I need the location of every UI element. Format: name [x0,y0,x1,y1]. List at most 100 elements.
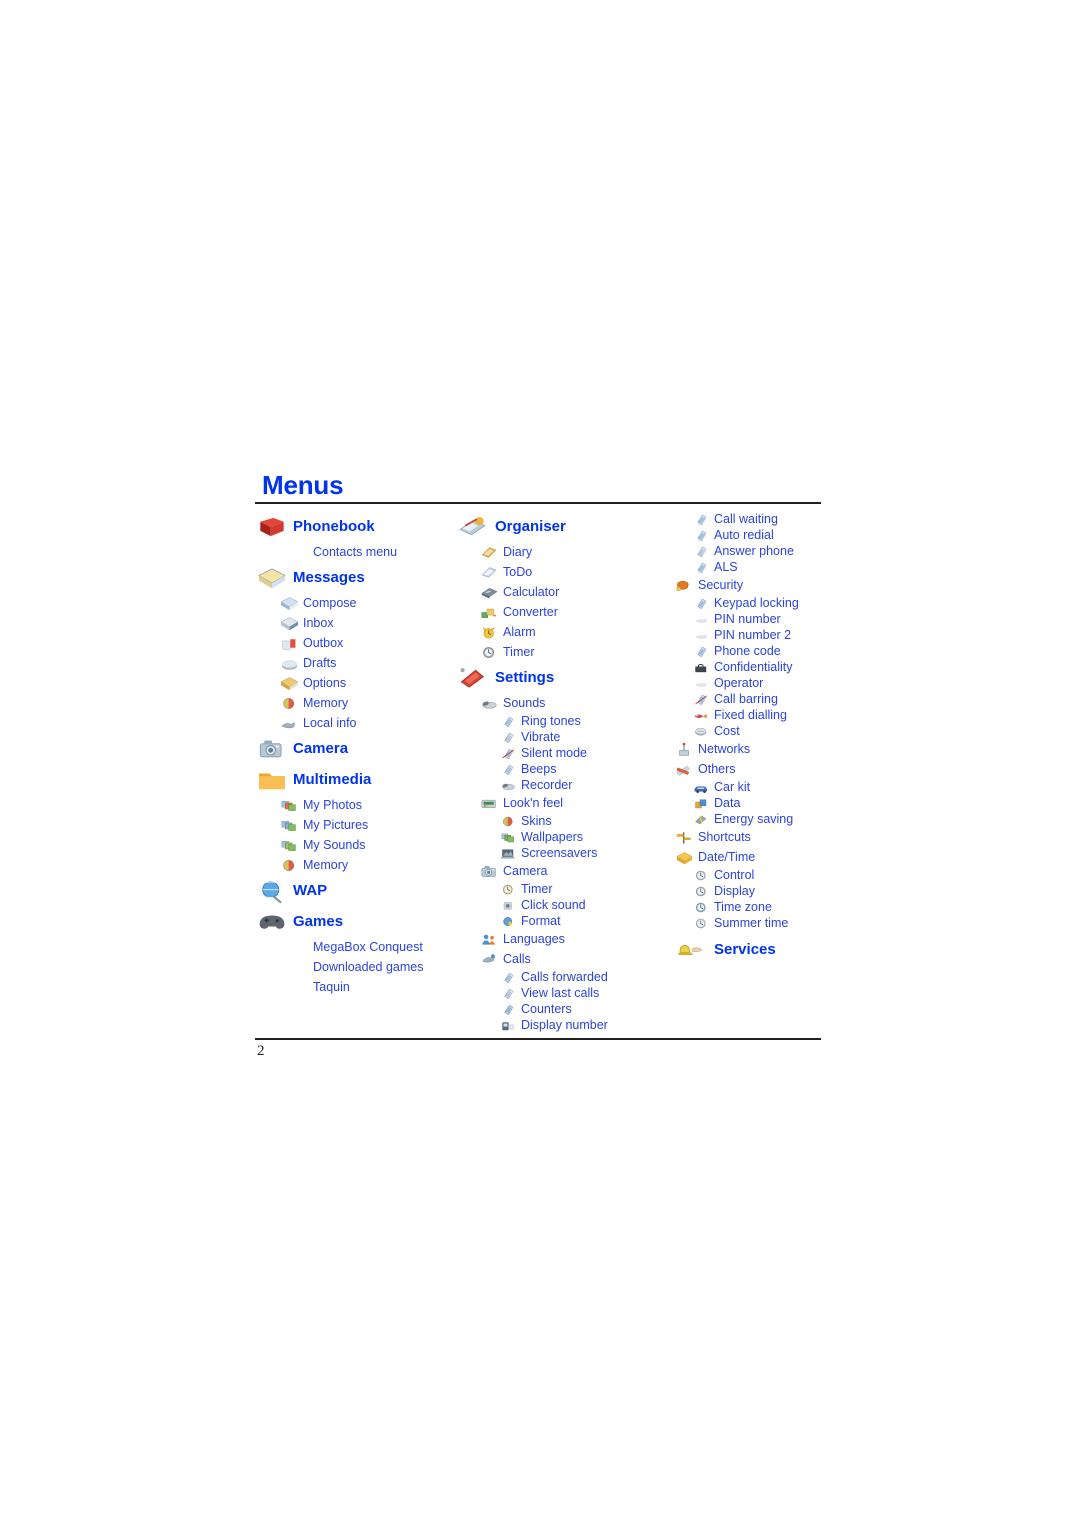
menu-item-wap: WAP [255,876,455,906]
services-icon [670,937,710,963]
pin-number-2-icon [692,628,711,643]
menu-item-format: Format [455,913,670,929]
menu-item-label: Others [698,762,736,776]
menu-item-label: Alarm [503,625,536,639]
menu-item-label: Summer time [714,916,789,930]
options-icon [279,675,300,692]
screensavers-icon [499,846,518,861]
menu-item-energy-saving: Energy saving [670,811,821,827]
wallpapers-icon [499,830,518,845]
beeps-icon [499,762,518,777]
menu-item-vibrate: Vibrate [455,729,670,745]
counters-icon [499,1002,518,1017]
menu-item-services: Services [670,935,821,965]
menu-item-label: Messages [293,569,365,586]
menu-item-label: Memory [303,696,349,710]
menu-item-label: Vibrate [521,730,561,744]
display-icon [692,884,711,899]
menu-item-label: Sounds [503,696,546,710]
menu-item-label: Time zone [714,900,772,914]
networks-icon [674,741,695,758]
menu-item-label: Multimedia [293,771,372,788]
menu-item-auto-redial: Auto redial [670,527,821,543]
menu-item-counters: Counters [455,1001,670,1017]
menu-item-label: ToDo [503,565,533,579]
menu-item-label: Operator [714,676,764,690]
phonebook-icon [255,514,289,540]
cost-icon [692,724,711,739]
data-icon [692,796,711,811]
menu-item-label: Car kit [714,780,751,794]
compose-icon [279,595,300,612]
menu-item-screensavers: Screensavers [455,845,670,861]
menu-item-local-info: Local info [255,713,455,733]
menu-item-label: Settings [495,669,555,686]
menu-item-outbox: Outbox [255,633,455,653]
organiser-icon [455,514,491,540]
menu-item-label: Camera [293,740,349,757]
menu-item-label: View last calls [521,986,600,1000]
menu-item-label: Security [698,578,744,592]
settings-icon [455,665,491,691]
menu-item-label: Shortcuts [698,830,751,844]
menu-item-label: WAP [293,882,328,899]
menu-item-sounds: Sounds [455,693,670,713]
page-title: Menus [262,470,344,500]
sounds-icon [479,695,500,712]
summer-time-icon [692,916,711,931]
click-sound-icon [499,898,518,913]
calls-forwarded-icon [499,970,518,985]
energy-saving-icon [692,812,711,827]
menu-item-options: Options [255,673,455,693]
menu-item-label: PIN number 2 [714,628,792,642]
menu-item-skins: Skins [455,813,670,829]
menu-item-label: Taquin [313,980,350,994]
column-right: Call waiting Auto redial Answer phone ALS Se… [670,511,821,965]
menu-item-label: Recorder [521,778,573,792]
wap-icon [255,878,289,904]
menu-item-call-waiting: Call waiting [670,511,821,527]
menu-item-label: Screensavers [521,846,598,860]
messages-icon [255,565,289,591]
menu-item-summer-time: Summer time [670,915,821,931]
page-footer: 2 [255,1038,821,1060]
looknfeel-icon [479,795,500,812]
confidentiality-icon [692,660,711,675]
menu-item-others: Others [670,759,821,779]
menu-item-control: Control [670,867,821,883]
local-info-icon [279,715,300,732]
menu-item-label: Data [714,796,741,810]
call-waiting-icon [692,512,711,527]
menu-item-silent-mode: Silent mode [455,745,670,761]
menu-item-label: Compose [303,596,357,610]
menu-item-view-last-calls: View last calls [455,985,670,1001]
menu-item-label: Auto redial [714,528,774,542]
menu-item-label: My Photos [303,798,363,812]
menu-item-drafts: Drafts [255,653,455,673]
menu-item-label: Options [303,676,347,690]
menu-item-wallpapers: Wallpapers [455,829,670,845]
view-last-calls-icon [499,986,518,1001]
menu-item-cost: Cost [670,723,821,739]
menu-item-label: Calculator [503,585,560,599]
menu-item-ring-tones: Ring tones [455,713,670,729]
menu-item-confidentiality: Confidentiality [670,659,821,675]
menu-item-label: Format [521,914,561,928]
menu-item-label: Calls forwarded [521,970,608,984]
menus-content: Menus Phonebook Contacts menu Messages Comp… [255,470,821,1033]
menu-item-calls: Calls [455,949,670,969]
menu-item-megabox-conquest: MegaBox Conquest [255,937,455,957]
menu-item-label: Call waiting [714,512,778,526]
menu-item-label: Phonebook [293,518,375,535]
menu-item-camera: Camera [455,861,670,881]
my-photos-icon [279,797,300,814]
menu-item-label: Skins [521,814,552,828]
menu-item-label: Display [714,884,755,898]
menu-item-label: Call barring [714,692,778,706]
skins-icon [499,814,518,829]
menu-item-label: Date/Time [698,850,756,864]
diary-icon [479,544,500,561]
keypad-locking-icon [692,596,711,611]
menu-item-label: MegaBox Conquest [313,940,423,954]
menu-item-look-n-feel: Look'n feel [455,793,670,813]
